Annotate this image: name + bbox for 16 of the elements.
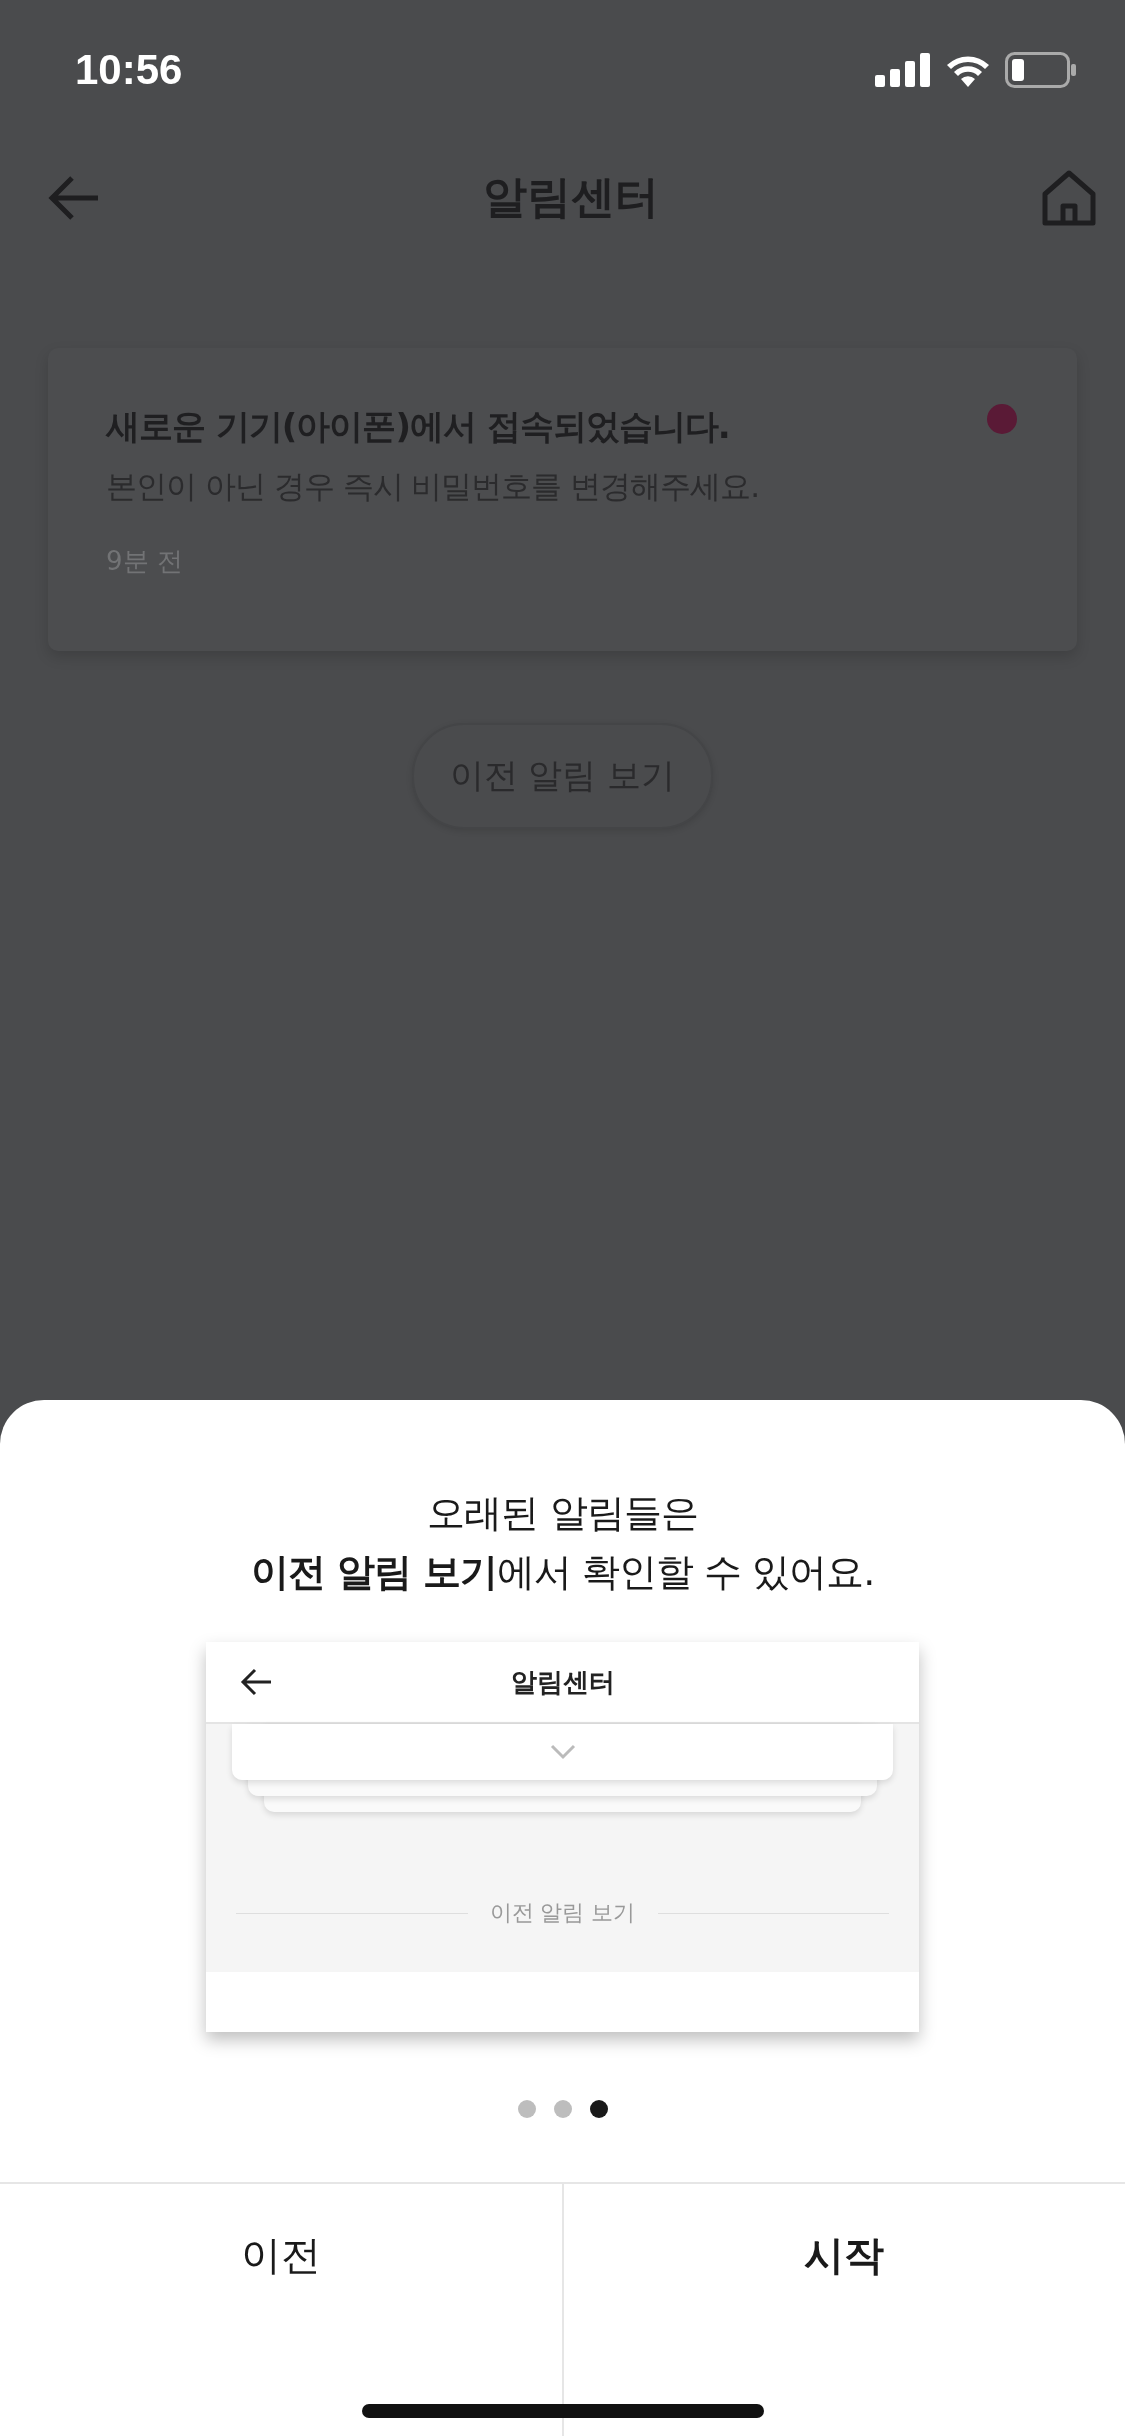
chevron-down-icon bbox=[549, 1744, 576, 1760]
sheet-title-line: 이전 알림 보기에서 확인할 수 있어요. bbox=[250, 1549, 875, 1596]
signal-icon bbox=[875, 53, 931, 87]
status-time: 10:56 bbox=[75, 46, 183, 94]
home-indicator[interactable] bbox=[362, 2404, 764, 2418]
preview-title: 알림센터 bbox=[510, 1665, 615, 1699]
page-dot[interactable] bbox=[517, 2100, 536, 2118]
preview-divider-label: 이전 알림 보기 bbox=[489, 1899, 636, 1927]
wifi-icon bbox=[945, 53, 991, 87]
page-dot[interactable] bbox=[589, 2100, 608, 2118]
back-arrow-icon[interactable] bbox=[48, 174, 100, 221]
page-dot[interactable] bbox=[553, 2100, 572, 2118]
back-arrow-icon bbox=[240, 1668, 272, 1696]
home-icon[interactable] bbox=[1041, 169, 1097, 226]
sheet-title-line: 오래된 알림들은 bbox=[427, 1490, 698, 1537]
battery-icon bbox=[1005, 52, 1077, 88]
